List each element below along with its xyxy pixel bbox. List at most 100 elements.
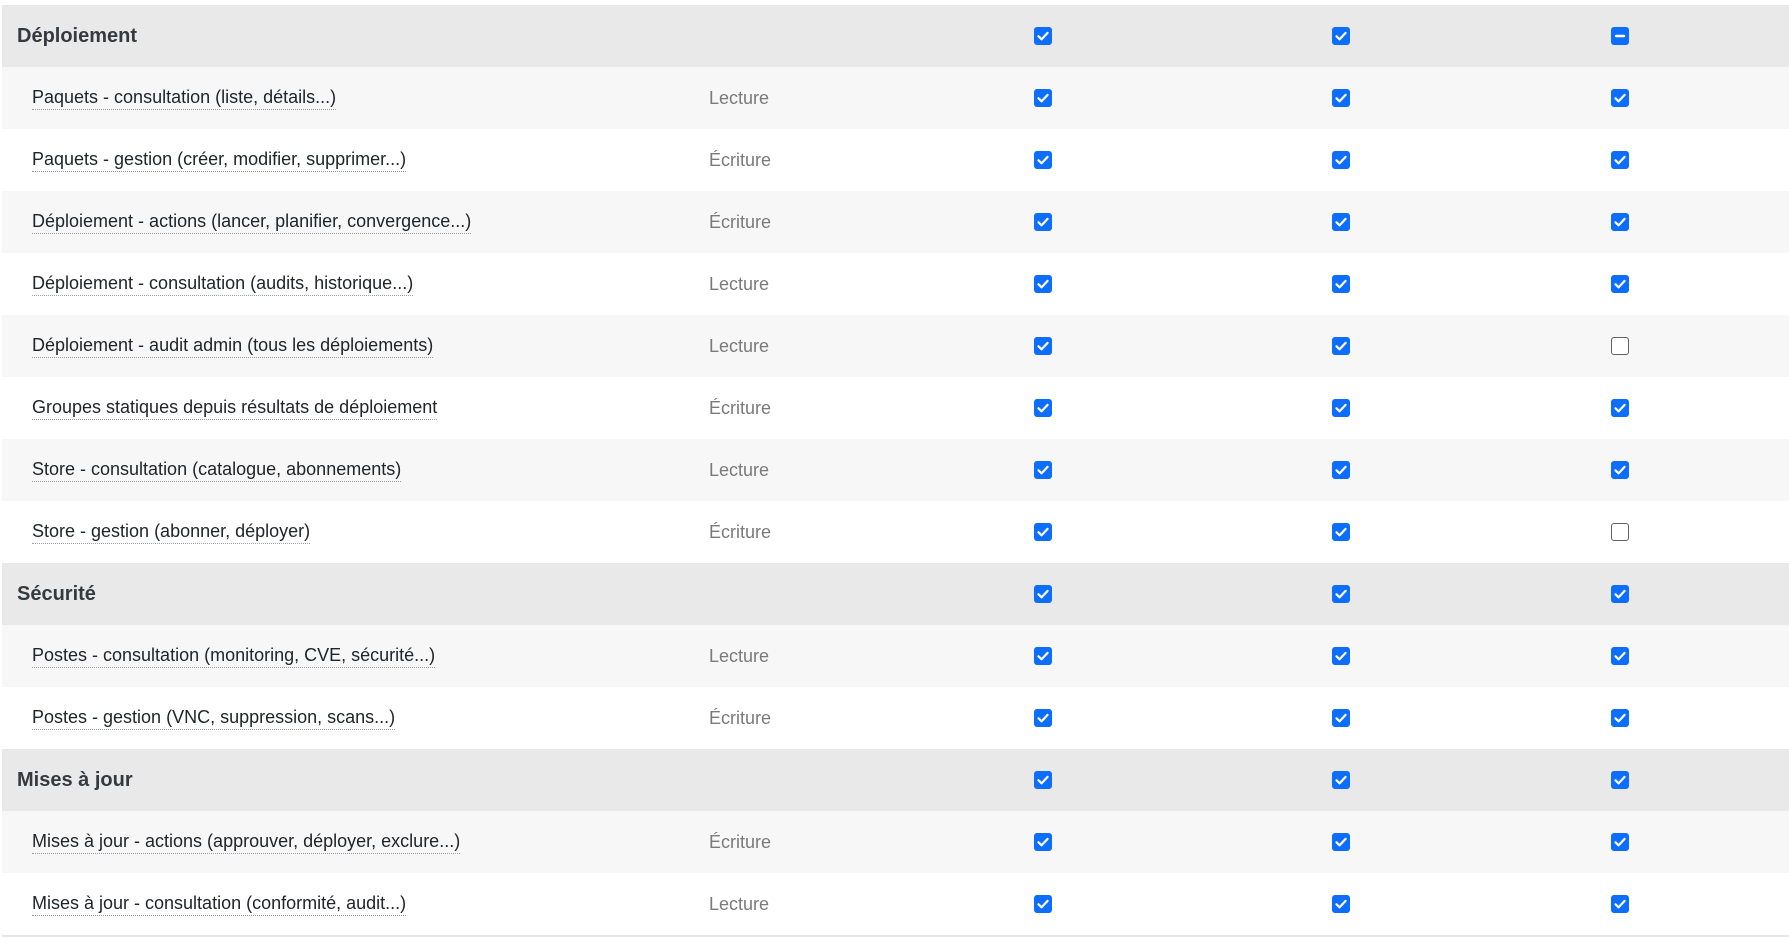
permission-row: Store - gestion (abonner, déployer) Écrit… [2, 501, 1789, 563]
group-title: Sécurité [17, 582, 96, 605]
permission-row: Déploiement - actions (lancer, planifier… [2, 191, 1789, 253]
permission-label-cell: Déploiement - consultation (audits, hist… [2, 253, 414, 315]
permission-label: Paquets - gestion (créer, modifier, supp… [32, 149, 407, 172]
permission-label-cell: Déploiement - actions (lancer, planifier… [2, 191, 472, 253]
checkbox-checked-icon[interactable] [1034, 523, 1052, 541]
checkbox-checked-icon[interactable] [1332, 399, 1350, 417]
permission-label-cell: Paquets - consultation (liste, détails..… [2, 67, 337, 129]
permission-row: Déploiement - consultation (audits, hist… [2, 253, 1789, 315]
permission-label-cell: Groupes statiques depuis résultats de dé… [2, 377, 438, 439]
access-type: Lecture [709, 87, 770, 108]
checkbox-checked-icon[interactable] [1611, 833, 1629, 851]
access-type: Lecture [709, 893, 770, 914]
checkbox-checked-icon[interactable] [1332, 27, 1350, 45]
checkbox-checked-icon[interactable] [1332, 585, 1350, 603]
permission-label: Groupes statiques depuis résultats de dé… [32, 397, 438, 420]
permission-label-cell: Paquets - gestion (créer, modifier, supp… [2, 129, 407, 191]
checkbox-checked-icon[interactable] [1034, 461, 1052, 479]
checkbox-checked-icon[interactable] [1034, 27, 1052, 45]
access-type: Écriture [709, 831, 772, 852]
permission-row: Paquets - gestion (créer, modifier, supp… [2, 129, 1789, 191]
permission-label: Mises à jour - consultation (conformité,… [32, 893, 407, 916]
permission-row: Groupes statiques depuis résultats de dé… [2, 377, 1789, 439]
checkbox-empty-icon[interactable] [1611, 337, 1629, 355]
permission-label: Store - consultation (catalogue, abonnem… [32, 459, 402, 482]
access-type: Lecture [709, 335, 770, 356]
checkbox-checked-icon[interactable] [1611, 213, 1629, 231]
checkbox-checked-icon[interactable] [1611, 399, 1629, 417]
permission-label-cell: Postes - consultation (monitoring, CVE, … [2, 625, 436, 687]
checkbox-checked-icon[interactable] [1611, 275, 1629, 293]
permission-label: Mises à jour - actions (approuver, déplo… [32, 831, 461, 854]
access-type: Écriture [709, 211, 772, 232]
permission-label: Déploiement - actions (lancer, planifier… [32, 211, 472, 234]
permission-label: Postes - consultation (monitoring, CVE, … [32, 645, 436, 668]
group-title: Déploiement [17, 24, 138, 47]
checkbox-checked-icon[interactable] [1611, 461, 1629, 479]
permission-row: Store - consultation (catalogue, abonnem… [2, 439, 1789, 501]
checkbox-checked-icon[interactable] [1034, 585, 1052, 603]
group-row: Sécurité [2, 563, 1789, 625]
access-type: Lecture [709, 645, 770, 666]
checkbox-checked-icon[interactable] [1611, 771, 1629, 789]
access-type: Lecture [709, 459, 770, 480]
checkbox-checked-icon[interactable] [1034, 151, 1052, 169]
checkbox-checked-icon[interactable] [1034, 399, 1052, 417]
permission-label: Store - gestion (abonner, déployer) [32, 521, 311, 544]
permission-label: Déploiement - consultation (audits, hist… [32, 273, 414, 296]
checkbox-checked-icon[interactable] [1034, 89, 1052, 107]
checkbox-checked-icon[interactable] [1332, 833, 1350, 851]
permission-row: Déploiement - audit admin (tous les dépl… [2, 315, 1789, 377]
checkbox-checked-icon[interactable] [1332, 461, 1350, 479]
group-row: Mises à jour [2, 749, 1789, 811]
permission-label-cell: Store - gestion (abonner, déployer) [2, 501, 311, 563]
checkbox-checked-icon[interactable] [1332, 89, 1350, 107]
checkbox-checked-icon[interactable] [1611, 151, 1629, 169]
checkbox-checked-icon[interactable] [1611, 895, 1629, 913]
access-type: Écriture [709, 521, 772, 542]
checkbox-checked-icon[interactable] [1034, 647, 1052, 665]
permission-label-cell: Postes - gestion (VNC, suppression, scan… [2, 687, 396, 749]
checkbox-checked-icon[interactable] [1332, 337, 1350, 355]
permission-row: Mises à jour - actions (approuver, déplo… [2, 811, 1789, 873]
checkbox-checked-icon[interactable] [1034, 337, 1052, 355]
group-row: Déploiement [2, 5, 1789, 67]
permission-row: Postes - consultation (monitoring, CVE, … [2, 625, 1789, 687]
group-title: Mises à jour [17, 768, 133, 791]
checkbox-checked-icon[interactable] [1332, 771, 1350, 789]
checkbox-checked-icon[interactable] [1611, 709, 1629, 727]
access-type: Écriture [709, 707, 772, 728]
checkbox-checked-icon[interactable] [1034, 709, 1052, 727]
access-type: Écriture [709, 149, 772, 170]
permission-label-cell: Mises à jour - consultation (conformité,… [2, 873, 407, 935]
checkbox-empty-icon[interactable] [1611, 523, 1629, 541]
checkbox-checked-icon[interactable] [1034, 895, 1052, 913]
checkbox-checked-icon[interactable] [1034, 275, 1052, 293]
checkbox-checked-icon[interactable] [1034, 833, 1052, 851]
permission-label: Déploiement - audit admin (tous les dépl… [32, 335, 434, 358]
checkbox-checked-icon[interactable] [1611, 89, 1629, 107]
checkbox-checked-icon[interactable] [1034, 213, 1052, 231]
checkbox-checked-icon[interactable] [1332, 213, 1350, 231]
access-type: Écriture [709, 397, 772, 418]
permission-label-cell: Mises à jour - actions (approuver, déplo… [2, 811, 461, 873]
checkbox-indeterminate-icon[interactable] [1611, 27, 1629, 45]
permissions-table: Déploiement Paquets - consultation (liste… [2, 5, 1789, 937]
permission-row: Mises à jour - consultation (conformité,… [2, 873, 1789, 935]
checkbox-checked-icon[interactable] [1034, 771, 1052, 789]
permission-label-cell: Store - consultation (catalogue, abonnem… [2, 439, 402, 501]
checkbox-checked-icon[interactable] [1332, 709, 1350, 727]
permission-row: Paquets - consultation (liste, détails..… [2, 67, 1789, 129]
checkbox-checked-icon[interactable] [1611, 647, 1629, 665]
permission-label: Paquets - consultation (liste, détails..… [32, 87, 337, 110]
access-type: Lecture [709, 273, 770, 294]
checkbox-checked-icon[interactable] [1332, 151, 1350, 169]
checkbox-checked-icon[interactable] [1332, 523, 1350, 541]
checkbox-checked-icon[interactable] [1611, 585, 1629, 603]
permission-label-cell: Déploiement - audit admin (tous les dépl… [2, 315, 434, 377]
checkbox-checked-icon[interactable] [1332, 895, 1350, 913]
checkbox-checked-icon[interactable] [1332, 275, 1350, 293]
checkbox-checked-icon[interactable] [1332, 647, 1350, 665]
permission-row: Postes - gestion (VNC, suppression, scan… [2, 687, 1789, 749]
permission-label: Postes - gestion (VNC, suppression, scan… [32, 707, 396, 730]
